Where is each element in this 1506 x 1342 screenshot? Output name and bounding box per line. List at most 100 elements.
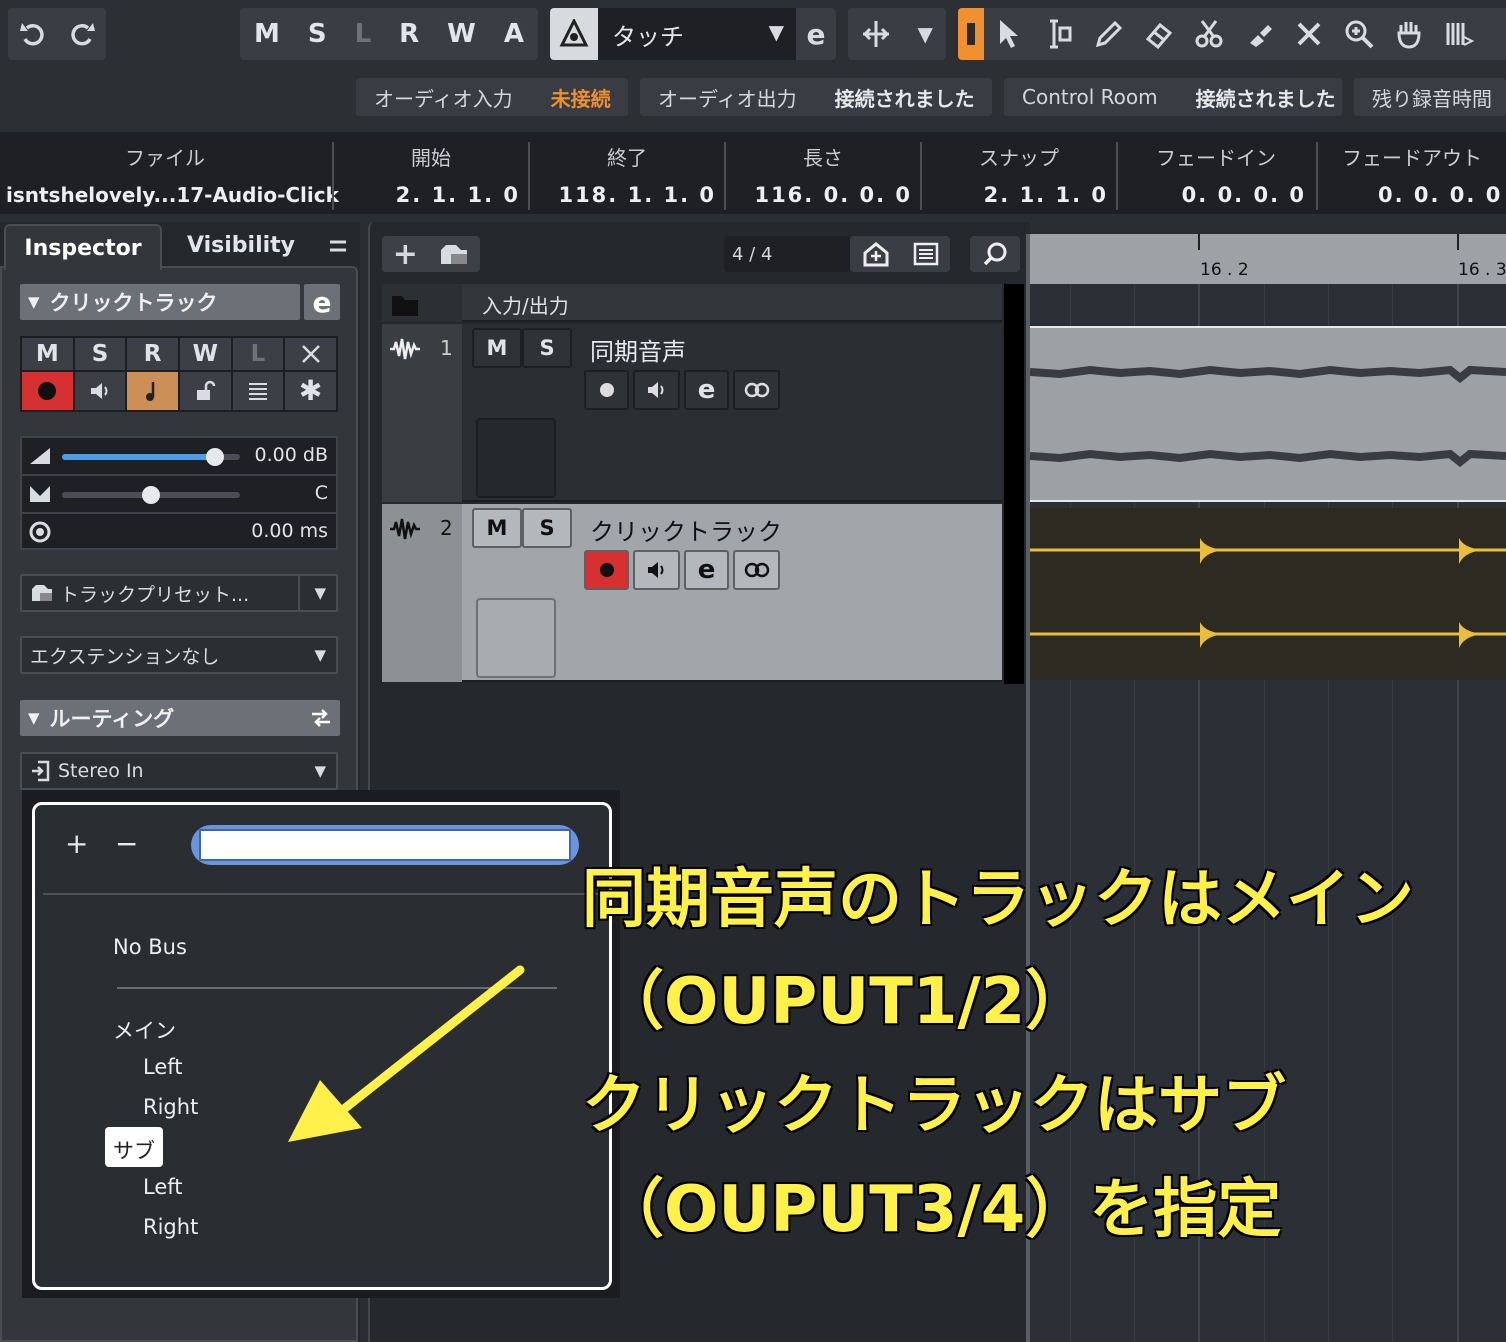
track-preset-dropdown[interactable]: トラックプリセット... ▼ [20,574,338,612]
track-record-button[interactable] [584,370,630,410]
audio-input-status[interactable]: オーディオ入力 未接続 [356,78,628,116]
track-solo-button[interactable]: S [522,508,572,548]
track-monitor-icon[interactable] [633,370,680,410]
object-select-icon[interactable] [958,8,984,60]
audio-event-click[interactable] [1030,508,1506,680]
folder-track[interactable]: 入力/出力 [382,284,1002,322]
volume-slider[interactable] [62,448,240,466]
scissors-tool-icon[interactable] [1184,19,1234,49]
freeze-icon[interactable] [285,338,336,370]
mute-button[interactable]: M [22,338,73,370]
listen-button[interactable]: L [232,338,284,370]
search-tracks-button[interactable] [970,236,1020,272]
glue-tool-icon[interactable] [1234,19,1284,49]
list-icon[interactable] [913,242,939,266]
audio-event-sync[interactable] [1030,326,1506,502]
add-bus-button[interactable]: + [65,827,88,860]
info-length-value[interactable]: 116. 0. 0. 0 [726,183,920,207]
plus-icon[interactable]: + [393,237,418,272]
write-all-button[interactable]: W [447,19,476,49]
info-fade-in-value[interactable]: 0. 0. 0. 0 [1118,183,1314,207]
track-mute-button[interactable]: M [472,328,522,368]
timebase-note-icon[interactable] [127,371,178,410]
pan-slider-knob[interactable] [142,486,160,504]
solo-button[interactable]: S [74,338,126,370]
info-snap-value[interactable]: 2. 1. 1. 0 [922,183,1116,207]
edit-channel-icon[interactable]: e [304,284,340,320]
menu-item-main-right[interactable]: Right [143,1095,198,1119]
remove-bus-button[interactable]: − [115,827,138,860]
sync-icon[interactable] [862,241,890,267]
pointer-tool-icon[interactable] [984,18,1034,50]
volume-slider-knob[interactable] [206,448,225,466]
undo-icon[interactable] [18,19,48,49]
track-edit-icon[interactable]: e [684,550,730,590]
pan-value[interactable]: C [315,482,328,504]
zoom-tool-icon[interactable] [1334,19,1384,49]
track-row[interactable]: 1 M S 同期音声 e [382,324,1002,502]
track-row[interactable]: 2 M S クリックトラック e [382,504,1002,682]
record-time-status[interactable]: 残り録音時間 [1354,78,1506,116]
monitor-icon[interactable] [74,371,126,410]
track-color-thumbnail[interactable] [476,418,556,498]
track-name[interactable]: クリックトラック [590,512,782,547]
menu-item-sub-right[interactable]: Right [143,1215,198,1239]
volume-value[interactable]: 0.00 dB [255,444,328,466]
hand-tool-icon[interactable] [1384,19,1434,49]
redo-icon[interactable] [67,19,97,49]
visible-tracks-counter[interactable]: 4 / 4 [724,236,850,272]
listen-all-button[interactable]: L [355,19,372,49]
info-end-value[interactable]: 118. 1. 1. 0 [530,183,724,207]
control-room-status[interactable]: Control Room 接続されました [1004,78,1342,116]
asterisk-icon[interactable]: ✱ [285,371,336,410]
menu-item-sub[interactable]: サブ [113,1135,155,1165]
inspector-menu-icon[interactable] [326,234,350,258]
track-edit-icon[interactable]: e [684,370,730,410]
track-mute-button[interactable]: M [472,508,522,548]
track-monitor-icon[interactable] [633,550,680,590]
add-preset-icon[interactable] [439,242,469,266]
track-color-thumbnail[interactable] [476,598,556,678]
read-all-button[interactable]: R [399,19,419,49]
search-input-field[interactable] [199,829,571,861]
color-tool-icon[interactable] [1434,19,1484,49]
menu-item-sub-left[interactable]: Left [143,1175,183,1199]
read-automation-button[interactable]: R [127,338,178,370]
inspector-track-header[interactable]: ▼ クリックトラック [20,284,300,320]
activate-all-button[interactable]: A [504,19,524,49]
lanes-icon[interactable] [232,371,284,410]
menu-item-main-left[interactable]: Left [143,1055,183,1079]
eraser-tool-icon[interactable] [1134,19,1184,49]
automation-mode-selector[interactable]: タッチ ▼ e [550,8,836,60]
track-record-button[interactable] [584,550,630,590]
delay-value[interactable]: 0.00 ms [251,520,328,542]
track-link-icon[interactable] [733,550,780,590]
ruler[interactable] [1030,234,1506,284]
tab-inspector[interactable]: Inspector [4,224,162,270]
write-automation-button[interactable]: W [180,338,231,370]
record-enable-button[interactable] [22,371,73,410]
routing-section-header[interactable]: ▼ ルーティング [20,700,340,736]
e-edit-icon[interactable]: e [796,8,836,60]
track-solo-button[interactable]: S [522,328,572,368]
mute-all-button[interactable]: M [254,19,280,49]
bus-search-input[interactable] [191,825,579,865]
input-routing-dropdown[interactable]: Stereo In ▼ [20,752,338,790]
track-name[interactable]: 同期音声 [590,332,686,367]
range-tool-icon[interactable] [1034,18,1084,50]
pencil-tool-icon[interactable] [1084,19,1134,49]
menu-item-main[interactable]: メイン [113,1015,176,1045]
mute-tool-icon[interactable] [1284,20,1334,48]
info-file-value[interactable]: isntshelovely...17-Audio-Click [6,183,339,207]
info-fade-out-value[interactable]: 0. 0. 0. 0 [1318,183,1506,207]
audio-output-status[interactable]: オーディオ出力 接続されました [640,78,992,116]
menu-item-no-bus[interactable]: No Bus [113,935,187,959]
lock-open-icon[interactable] [180,371,231,410]
chevron-down-icon[interactable]: ▼ [917,22,932,46]
track-list-scrollbar[interactable] [1004,284,1024,684]
move-arrows-icon[interactable] [861,19,891,49]
info-start-value[interactable]: 2. 1. 1. 0 [334,183,528,207]
solo-all-button[interactable]: S [308,19,327,49]
pan-slider[interactable] [62,486,240,504]
track-link-icon[interactable] [733,370,780,410]
